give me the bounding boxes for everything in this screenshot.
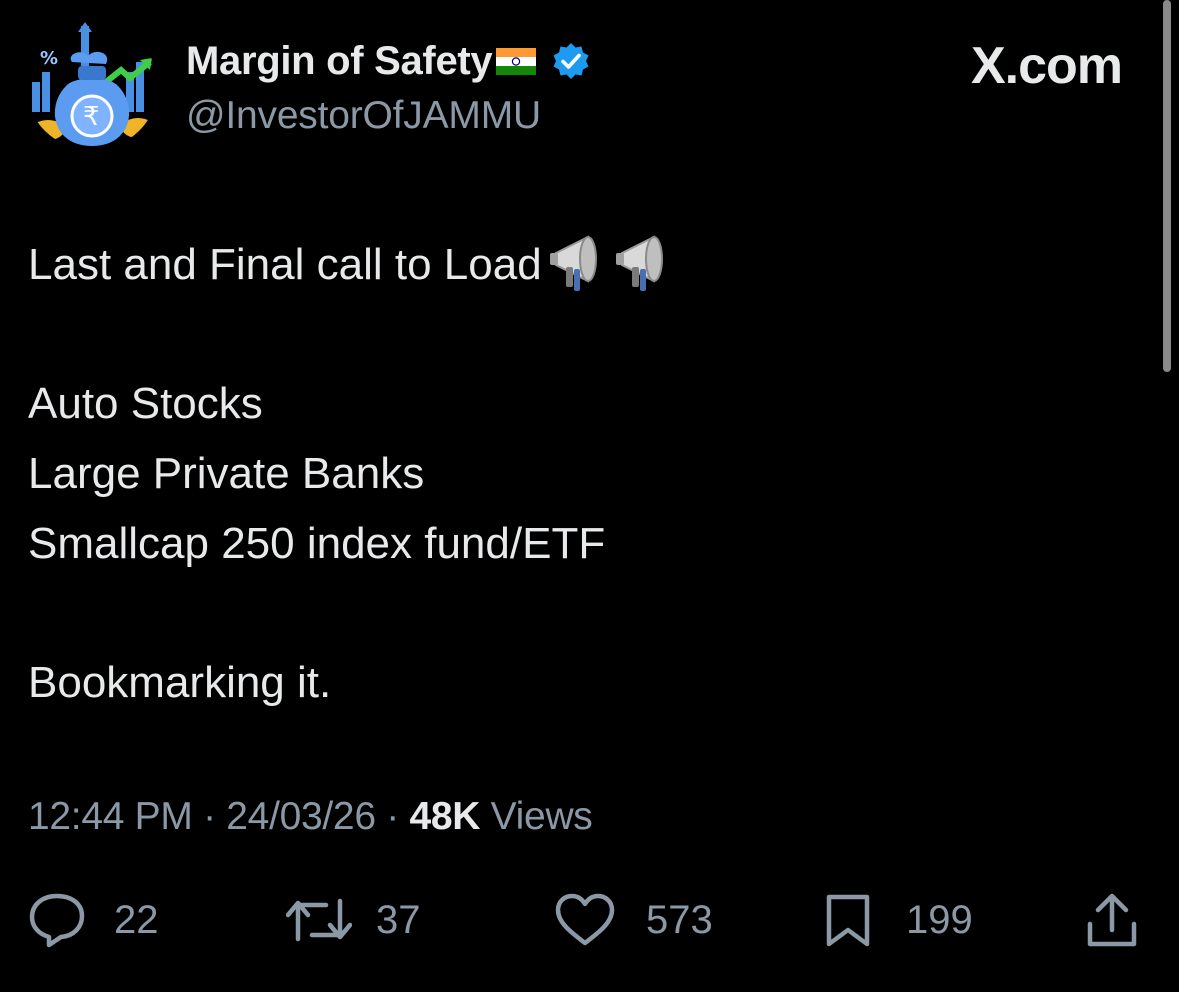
share-icon [1087,893,1137,947]
meta-separator: · [375,795,410,838]
bookmark-count: 199 [906,897,973,942]
megaphone-icon [548,231,608,293]
scrollbar[interactable] [1163,0,1171,372]
post-line-1-text: Last and Final call to Load [28,240,542,289]
post-line-1: Last and Final call to Load [28,230,674,300]
heart-icon [555,893,615,946]
post-date[interactable]: 24/03/26 [226,795,376,838]
avatar[interactable]: % ₹ [26,22,158,150]
author-info: Margin of Safety @InvestorOfJAMMU [186,38,590,138]
reply-count: 22 [114,897,159,942]
post-meta: 12:44 PM · 24/03/26 · 48K Views [28,795,593,839]
verified-badge-icon[interactable] [552,42,590,80]
post-text: Last and Final call to Load Auto Stocks … [28,230,674,718]
post-header: % ₹ Margin of Safety @InvestorOfJAMMU X.… [26,22,1136,152]
bookmark-button[interactable]: 199 [824,890,973,950]
reply-icon [29,893,85,948]
views-label: Views [480,795,593,838]
like-count: 573 [646,897,713,942]
views-count: 48K [409,795,481,838]
bookmark-icon [826,894,870,947]
like-button[interactable]: 573 [554,890,713,950]
share-button[interactable] [1086,890,1138,950]
repost-count: 37 [376,897,421,942]
action-bar: 22 37 573 199 [28,890,1148,950]
india-flag-icon [496,47,537,75]
repost-icon [286,898,352,942]
post-line-3: Large Private Banks [28,449,425,498]
megaphone-icon [614,231,674,293]
post-line-2: Auto Stocks [28,379,263,428]
svg-text:%: % [40,48,58,69]
post-time[interactable]: 12:44 PM [28,795,193,838]
money-bag-rupee-avatar-icon: % ₹ [26,22,158,150]
repost-button[interactable]: 37 [286,890,421,950]
svg-text:₹: ₹ [83,102,100,132]
meta-separator: · [192,795,227,838]
post-line-5: Bookmarking it. [28,658,332,707]
post-line-4: Smallcap 250 index fund/ETF [28,519,606,568]
name-row: Margin of Safety [186,38,590,84]
x-com-watermark: X.com [970,37,1123,95]
reply-button[interactable]: 22 [28,890,159,950]
author-handle[interactable]: @InvestorOfJAMMU [186,94,590,138]
display-name[interactable]: Margin of Safety [186,39,493,84]
